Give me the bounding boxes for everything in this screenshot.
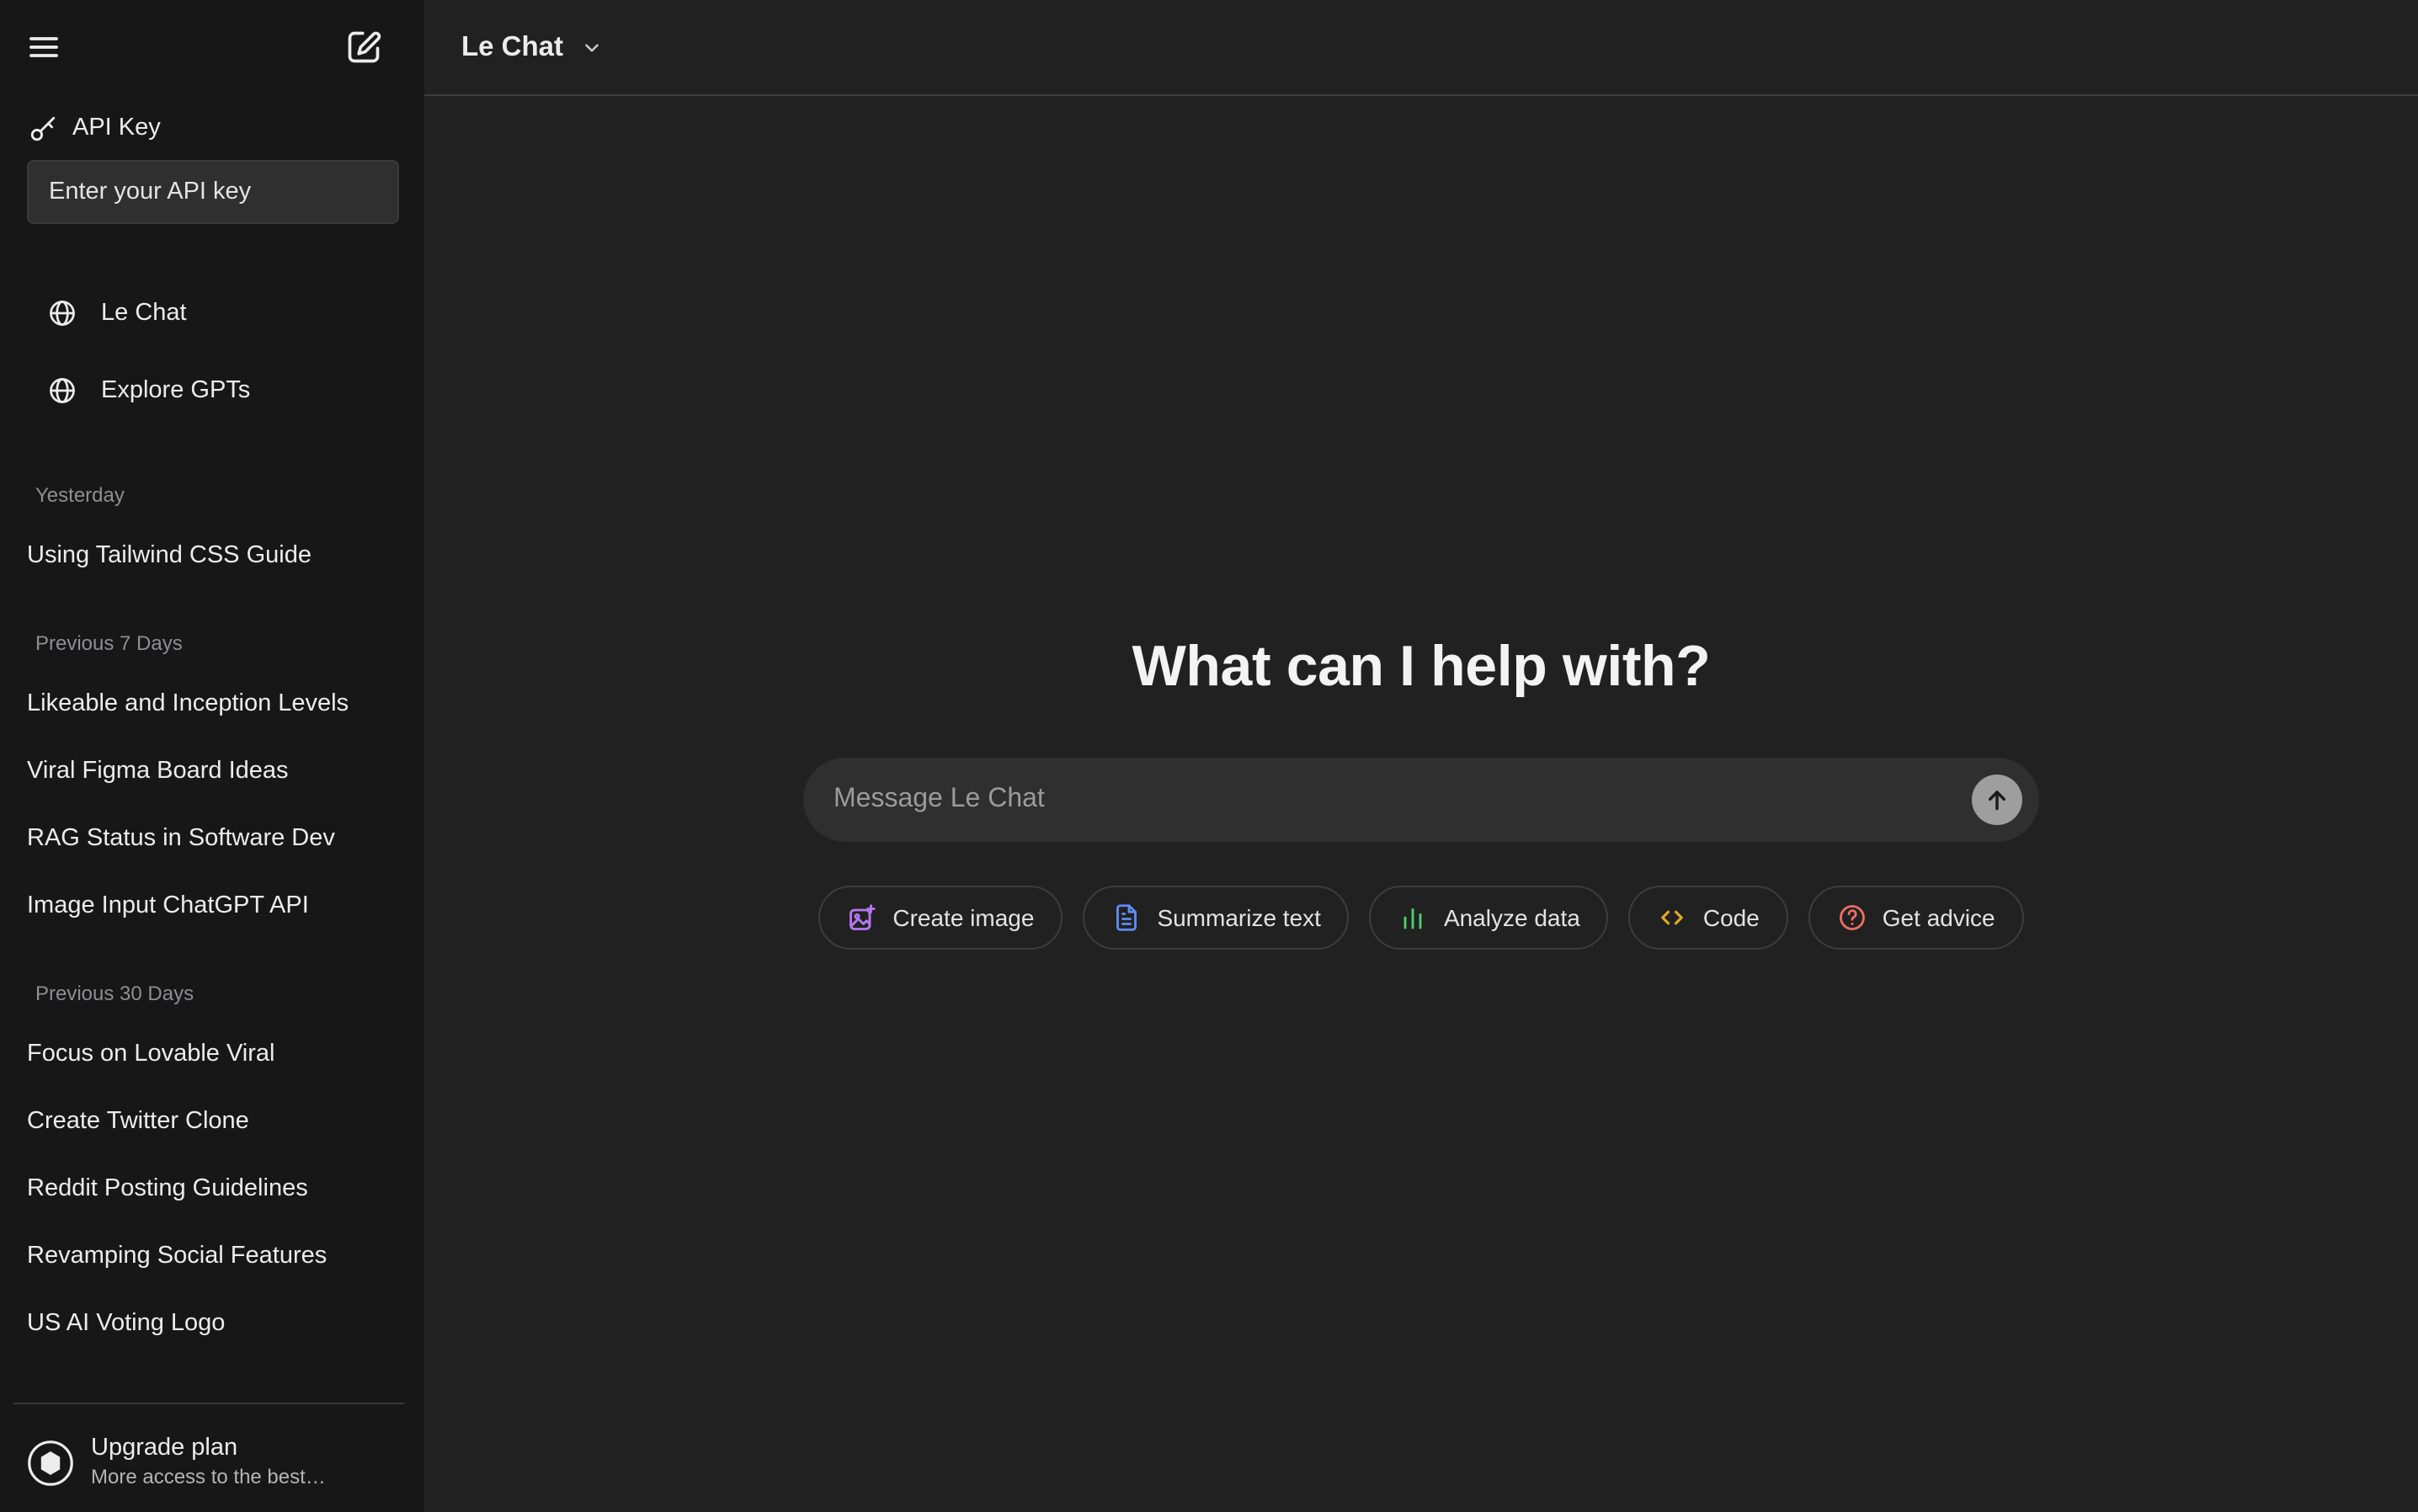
image-plus-icon: [847, 902, 877, 933]
chat-history-item[interactable]: Likeable and Inception Levels: [0, 670, 424, 737]
sidebar-item-le-chat[interactable]: Le Chat: [0, 274, 424, 352]
chat-history: Yesterday Using Tailwind CSS Guide Previ…: [0, 429, 424, 1357]
section-header: Previous 7 Days: [0, 630, 424, 657]
sidebar-header: [0, 0, 424, 94]
model-switcher[interactable]: Le Chat: [451, 24, 612, 70]
action-label: Summarize text: [1157, 904, 1321, 931]
sidebar-item-label: Le Chat: [101, 300, 187, 327]
upgrade-plan-subtitle: More access to the best…: [91, 1463, 326, 1492]
chat-history-item[interactable]: Reddit Posting Guidelines: [0, 1155, 424, 1222]
question-circle-icon: [1837, 902, 1867, 933]
action-label: Code: [1703, 904, 1760, 931]
sidebar-footer: Upgrade plan More access to the best…: [0, 1403, 424, 1512]
document-text-icon: [1111, 902, 1142, 933]
api-key-row: API Key: [29, 111, 424, 145]
analyze-data-button[interactable]: Analyze data: [1370, 886, 1609, 950]
api-key-label: API Key: [72, 114, 161, 141]
globe-icon: [47, 375, 77, 406]
history-section-previous-7-days: Previous 7 Days Likeable and Inception L…: [0, 630, 424, 940]
top-bar: Le Chat: [424, 0, 2418, 96]
chat-history-item[interactable]: Image Input ChatGPT API: [0, 872, 424, 940]
sidebar-divider: [13, 1403, 404, 1404]
upgrade-plan-button[interactable]: Upgrade plan More access to the best…: [27, 1433, 407, 1492]
hamburger-menu-icon: [27, 30, 61, 64]
message-input[interactable]: [803, 758, 1972, 842]
api-key-input[interactable]: [27, 160, 399, 224]
summarize-text-button[interactable]: Summarize text: [1083, 886, 1350, 950]
code-button[interactable]: Code: [1629, 886, 1788, 950]
hero-section: What can I help with?: [424, 96, 2418, 950]
new-chat-compose-icon: [345, 29, 382, 66]
main-area: Le Chat What can I help with?: [424, 0, 2418, 1512]
chat-history-item[interactable]: Revamping Social Features: [0, 1222, 424, 1290]
key-icon: [29, 114, 57, 142]
chat-history-item[interactable]: Create Twitter Clone: [0, 1088, 424, 1155]
new-chat-button[interactable]: [345, 29, 382, 66]
sidebar-item-explore-gpts[interactable]: Explore GPTs: [0, 352, 424, 429]
sidebar-toggle-button[interactable]: [27, 30, 61, 64]
send-button[interactable]: [1972, 775, 2022, 825]
chat-history-item[interactable]: RAG Status in Software Dev: [0, 805, 424, 872]
chevron-down-icon: [580, 36, 602, 58]
section-header: Previous 30 Days: [0, 980, 424, 1007]
suggested-actions: Create image Summarize text: [818, 886, 2023, 950]
sidebar: API Key Le Chat: [0, 0, 424, 1512]
chat-history-item[interactable]: Viral Figma Board Ideas: [0, 737, 424, 805]
app-window: API Key Le Chat: [0, 0, 2418, 1512]
chat-history-item[interactable]: US AI Voting Logo: [0, 1290, 424, 1357]
chat-history-item[interactable]: Using Tailwind CSS Guide: [0, 522, 424, 589]
hexagon-badge-icon: [27, 1439, 74, 1486]
section-header: Yesterday: [0, 482, 424, 508]
message-composer: [803, 758, 2039, 842]
action-label: Analyze data: [1444, 904, 1580, 931]
globe-icon: [47, 298, 77, 328]
action-label: Get advice: [1883, 904, 1995, 931]
welcome-heading: What can I help with?: [1132, 633, 1711, 700]
get-advice-button[interactable]: Get advice: [1808, 886, 2024, 950]
create-image-button[interactable]: Create image: [818, 886, 1063, 950]
upgrade-plan-title: Upgrade plan: [91, 1433, 326, 1463]
action-label: Create image: [892, 904, 1034, 931]
page-title: Le Chat: [461, 31, 563, 63]
chat-history-item[interactable]: Focus on Lovable Viral: [0, 1020, 424, 1088]
sidebar-nav: Le Chat Explore GPTs: [0, 274, 424, 429]
sidebar-item-label: Explore GPTs: [101, 377, 250, 404]
history-section-previous-30-days: Previous 30 Days Focus on Lovable Viral …: [0, 980, 424, 1357]
code-brackets-icon: [1658, 902, 1688, 933]
bar-chart-icon: [1398, 902, 1429, 933]
history-section-yesterday: Yesterday Using Tailwind CSS Guide: [0, 482, 424, 589]
arrow-up-icon: [1982, 785, 2012, 815]
